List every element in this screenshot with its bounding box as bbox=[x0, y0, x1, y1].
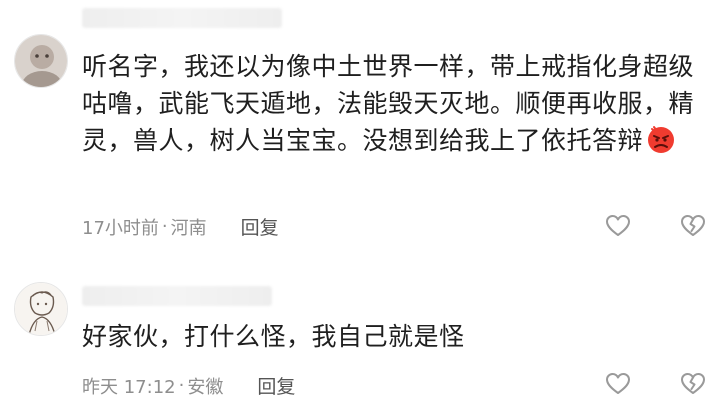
comment-body: 好家伙，打什么怪，我自己就是怪 bbox=[82, 322, 465, 351]
like-button[interactable] bbox=[605, 372, 631, 396]
reply-button[interactable]: 回复 bbox=[257, 372, 295, 399]
comment-location: 安徽 bbox=[187, 376, 224, 398]
comment-time: 昨天 17:12 bbox=[82, 376, 176, 398]
meta-separator: · bbox=[178, 375, 185, 396]
broken-heart-outline-icon bbox=[681, 373, 705, 394]
comment-meta: 17小时前 · 河南 回复 bbox=[82, 213, 279, 240]
heart-outline-icon bbox=[606, 215, 630, 236]
avatar[interactable] bbox=[14, 34, 68, 88]
comment-item: 听名字，我还以为像中土世界一样，带上戒指化身超级咕噜，武能飞天遁地，法能毁天灭地… bbox=[0, 0, 722, 255]
username-blurred bbox=[82, 286, 272, 306]
comment-meta: 昨天 17:12 · 安徽 回复 bbox=[82, 372, 295, 399]
like-button[interactable] bbox=[605, 214, 631, 238]
avatar[interactable] bbox=[14, 282, 68, 336]
reply-button[interactable]: 回复 bbox=[241, 213, 279, 240]
comment-text: 好家伙，打什么怪，我自己就是怪 bbox=[82, 318, 702, 355]
dislike-button[interactable] bbox=[680, 372, 706, 396]
heart-outline-icon bbox=[606, 373, 630, 394]
broken-heart-outline-icon bbox=[681, 215, 705, 236]
comment-text: 听名字，我还以为像中土世界一样，带上戒指化身超级咕噜，武能飞天遁地，法能毁天灭地… bbox=[82, 48, 702, 159]
angry-face-icon bbox=[648, 126, 675, 153]
comment-time: 17小时前 bbox=[82, 217, 159, 239]
dislike-button[interactable] bbox=[680, 214, 706, 238]
comment-location: 河南 bbox=[170, 217, 207, 239]
meta-separator: · bbox=[161, 216, 168, 237]
username-blurred bbox=[82, 8, 282, 28]
comment-body: 听名字，我还以为像中土世界一样，带上戒指化身超级咕噜，武能飞天遁地，法能毁天灭地… bbox=[82, 52, 695, 155]
comment-item: 好家伙，打什么怪，我自己就是怪 昨天 17:12 · 安徽 回复 bbox=[0, 270, 722, 412]
